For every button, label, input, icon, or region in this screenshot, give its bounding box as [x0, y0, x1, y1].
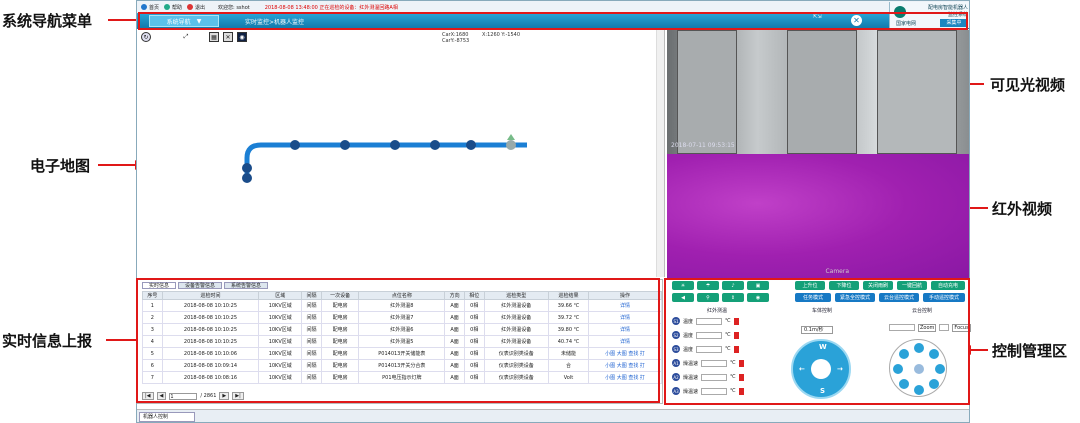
annotation-e-map: 电子地图: [30, 157, 91, 175]
logout-icon: [187, 4, 194, 10]
welcome-text: 欢迎您: sshot: [218, 4, 250, 11]
map-scrollbar[interactable]: [656, 30, 664, 277]
annotation-visible-video: 可见光视频: [990, 76, 1066, 94]
robot-control-tab[interactable]: 机器人控制: [139, 412, 195, 422]
annotation-control-area: 控制管理区: [992, 342, 1068, 360]
video-timestamp: 2018-07-11 09:53:15: [671, 142, 735, 149]
annotation-arrow: [964, 345, 988, 355]
help-icon: [164, 4, 171, 10]
annotation-arrow: [98, 160, 142, 170]
system-title-line1: 配电房智能机器人: [927, 5, 968, 11]
annotation-nav-menu: 系统导航菜单: [2, 12, 93, 30]
highlight-realtime: [136, 278, 660, 403]
home-link[interactable]: 首页: [141, 4, 159, 11]
alarm-ticker: 2018-08-08 13:48:00 正在巡检的设备：红外测温回路A相: [264, 4, 398, 11]
annotation-arrow: [106, 335, 144, 345]
cabinet-image: [877, 30, 957, 154]
cabinet-image: [677, 30, 737, 154]
cabinet-image: [787, 30, 857, 154]
annotation-realtime-report: 实时信息上报: [2, 332, 93, 350]
electronic-map[interactable]: ↻ ⤢ ▦ ✕ ◉ CarX:1680 CarY:-8753 X:1260 Y:…: [137, 30, 665, 277]
help-label: 帮助: [172, 4, 183, 11]
home-label: 首页: [149, 4, 160, 11]
highlight-nav: [138, 12, 968, 30]
annotation-infrared-video: 红外视频: [992, 200, 1053, 218]
status-bar: 机器人控制: [137, 409, 969, 422]
camera-label: Camera: [825, 268, 849, 275]
visible-light-video: 2018-07-11 09:53:15: [667, 30, 969, 154]
robot-track: [242, 134, 527, 183]
home-icon: [141, 4, 147, 10]
logout-link[interactable]: 退出: [187, 4, 205, 11]
annotation-arrow: [108, 15, 144, 25]
logout-label: 退出: [195, 4, 206, 11]
help-link[interactable]: 帮助: [164, 4, 182, 11]
highlight-control: [664, 278, 970, 405]
infrared-video: Camera: [667, 154, 969, 278]
